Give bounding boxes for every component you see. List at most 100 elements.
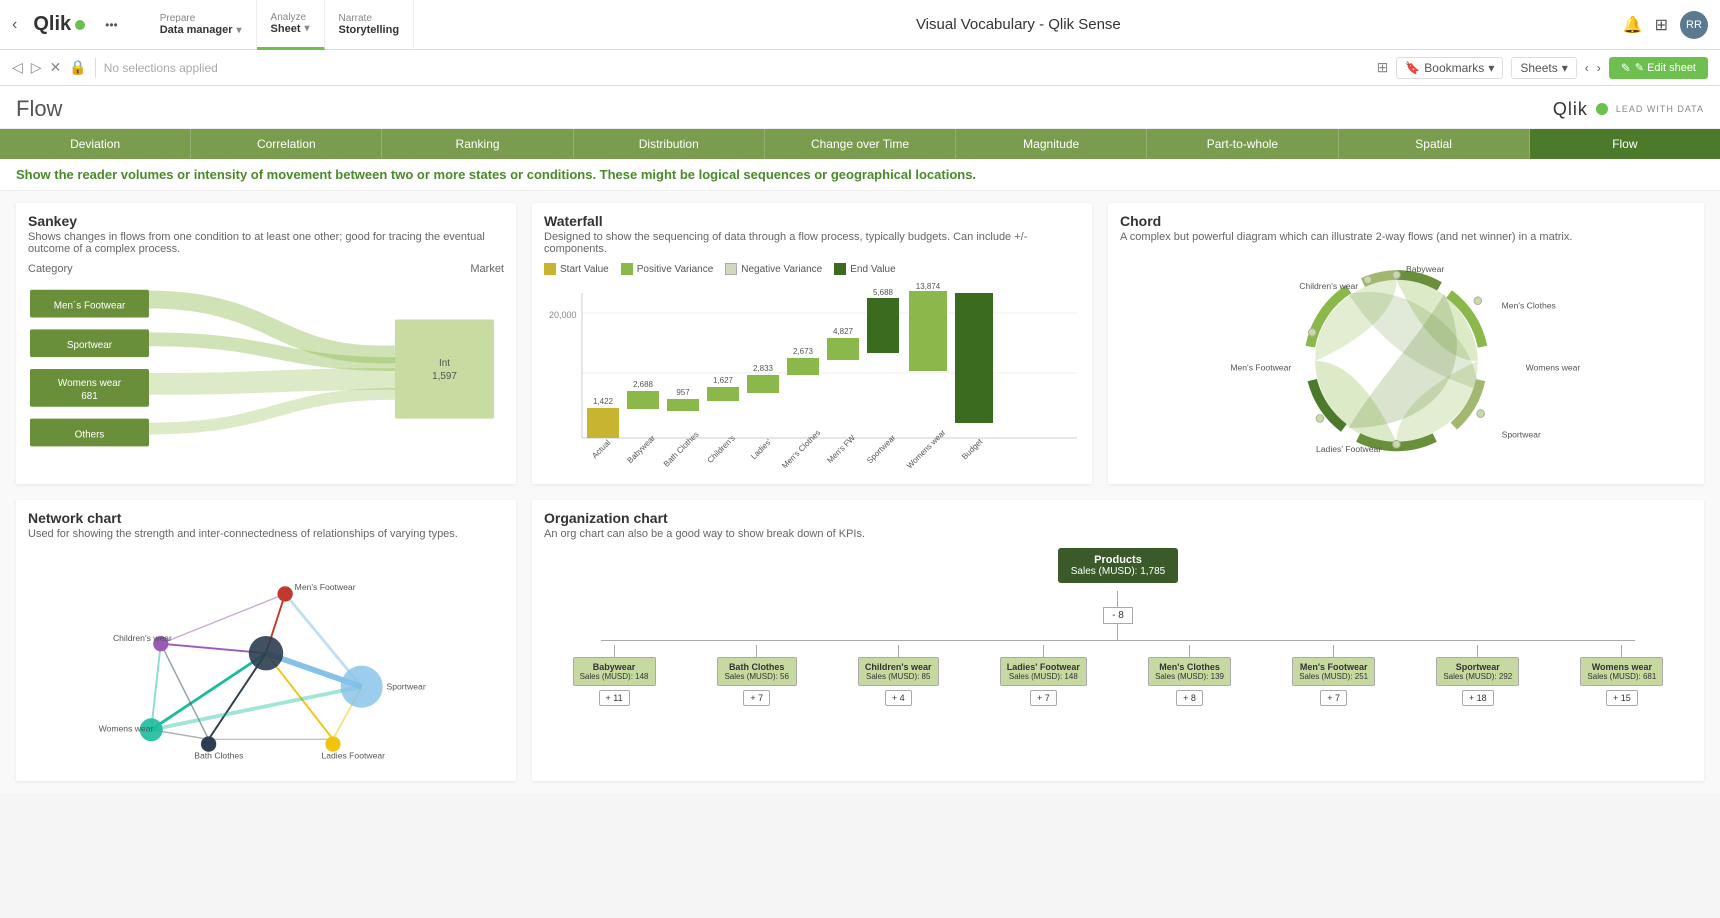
edit-icon: ✎ bbox=[1621, 61, 1631, 75]
org-desc: An org chart can also be a good way to s… bbox=[544, 528, 1692, 540]
chord-section: Chord A complex but powerful diagram whi… bbox=[1108, 203, 1704, 484]
bookmarks-button[interactable]: 🔖 Bookmarks ▾ bbox=[1396, 57, 1503, 79]
org-root: Products Sales (MUSD): 1,785 bbox=[544, 548, 1692, 583]
svg-text:957: 957 bbox=[676, 388, 690, 397]
org-child-mens-footwear: Men's Footwear Sales (MUSD): 251 + 7 bbox=[1292, 645, 1375, 706]
svg-text:Others: Others bbox=[75, 429, 105, 440]
back-button[interactable]: ‹ bbox=[12, 16, 17, 34]
org-root-connector: - 8 bbox=[544, 591, 1692, 640]
toolbar-right: ⊞ 🔖 Bookmarks ▾ Sheets ▾ ‹ › ✎ ✎ Edit sh… bbox=[1377, 57, 1708, 79]
network-svg: Men's Footwear Children's wear Sportwear… bbox=[28, 548, 504, 768]
network-section: Network chart Used for showing the stren… bbox=[16, 500, 516, 781]
sankey-desc: Shows changes in flows from one conditio… bbox=[28, 231, 504, 255]
nav-prepare[interactable]: Prepare Data manager ▾ bbox=[146, 0, 257, 50]
user-avatar[interactable]: RR bbox=[1680, 11, 1708, 39]
legend-negative-color bbox=[725, 263, 737, 275]
sheet-header: Flow Qlik LEAD WITH DATA bbox=[0, 86, 1720, 129]
org-children: Babywear Sales (MUSD): 148 + 11 Bath Clo… bbox=[544, 645, 1692, 706]
svg-text:Womens wear: Womens wear bbox=[905, 428, 948, 468]
nav-narrate[interactable]: Narrate Storytelling bbox=[325, 0, 415, 50]
tab-part-to-whole[interactable]: Part-to-whole bbox=[1147, 129, 1338, 159]
waterfall-svg: 20,000 1,422 Actual 2,688 Babywear 957 B… bbox=[544, 283, 1080, 468]
brand-sub: LEAD WITH DATA bbox=[1616, 104, 1704, 114]
grid-icon[interactable]: ⊞ bbox=[1655, 15, 1668, 35]
legend-start-color bbox=[544, 263, 556, 275]
grid-view-icon[interactable]: ⊞ bbox=[1377, 59, 1389, 76]
sheets-chevron: ▾ bbox=[1562, 61, 1568, 75]
org-hline-container bbox=[544, 640, 1692, 641]
svg-text:Bath Clothes: Bath Clothes bbox=[194, 750, 243, 760]
nav-analyze[interactable]: Analyze Sheet ▾ bbox=[257, 0, 325, 50]
svg-text:681: 681 bbox=[81, 391, 98, 402]
tab-ranking[interactable]: Ranking bbox=[382, 129, 573, 159]
tab-change-over-time[interactable]: Change over Time bbox=[765, 129, 956, 159]
org-child-bath-clothes: Bath Clothes Sales (MUSD): 56 + 7 bbox=[717, 645, 797, 706]
org-vline-top bbox=[1117, 591, 1118, 607]
svg-text:Men´s Footwear: Men´s Footwear bbox=[54, 301, 126, 312]
svg-text:Womens wear: Womens wear bbox=[58, 378, 122, 389]
sheets-button[interactable]: Sheets ▾ bbox=[1511, 57, 1576, 79]
svg-text:Children's wear: Children's wear bbox=[1299, 281, 1358, 291]
tab-correlation[interactable]: Correlation bbox=[191, 129, 382, 159]
svg-text:Womens wear: Womens wear bbox=[99, 724, 154, 734]
chord-desc: A complex but powerful diagram which can… bbox=[1120, 231, 1692, 243]
tab-distribution[interactable]: Distribution bbox=[574, 129, 765, 159]
sheet-title: Flow bbox=[16, 96, 62, 122]
tab-flow[interactable]: Flow bbox=[1530, 129, 1720, 159]
sankey-col-right: Market bbox=[470, 263, 504, 275]
svg-text:Sportwear: Sportwear bbox=[1502, 430, 1541, 440]
svg-text:Actual: Actual bbox=[590, 438, 612, 460]
logo-dot bbox=[75, 20, 85, 30]
sankey-title: Sankey bbox=[28, 213, 504, 229]
legend-start: Start Value bbox=[544, 263, 609, 275]
svg-text:Bath Clothes: Bath Clothes bbox=[662, 430, 701, 468]
org-child-ladies-footwear: Ladies' Footwear Sales (MUSD): 148 + 7 bbox=[1000, 645, 1087, 706]
svg-text:1,597: 1,597 bbox=[432, 371, 457, 382]
svg-text:Womens wear: Womens wear bbox=[1526, 363, 1581, 373]
tab-deviation[interactable]: Deviation bbox=[0, 129, 191, 159]
chord-title: Chord bbox=[1120, 213, 1692, 229]
sankey-svg: Men´s Footwear Sportwear Womens wear 681… bbox=[28, 279, 504, 464]
brand-logo-text: Qlik bbox=[1553, 99, 1588, 120]
org-child-childrens-wear: Children's wear Sales (MUSD): 85 + 4 bbox=[858, 645, 939, 706]
org-hline bbox=[601, 640, 1634, 641]
top-sections-row: Sankey Shows changes in flows from one c… bbox=[16, 203, 1704, 484]
toolbar-separator bbox=[95, 58, 96, 78]
org-vline-bottom bbox=[1117, 624, 1118, 640]
tab-spatial[interactable]: Spatial bbox=[1339, 129, 1530, 159]
bookmark-icon: 🔖 bbox=[1405, 61, 1420, 75]
tab-magnitude[interactable]: Magnitude bbox=[956, 129, 1147, 159]
selection-clear-icon[interactable]: ✕ bbox=[50, 59, 62, 76]
sankey-header: Category Market bbox=[28, 263, 504, 275]
bottom-sections-row: Network chart Used for showing the stren… bbox=[16, 500, 1704, 781]
narrate-label: Narrate bbox=[339, 13, 400, 24]
network-title: Network chart bbox=[28, 510, 504, 526]
waterfall-section: Waterfall Designed to show the sequencin… bbox=[532, 203, 1092, 484]
legend-negative: Negative Variance bbox=[725, 263, 822, 275]
svg-text:Ladies': Ladies' bbox=[749, 437, 773, 461]
more-menu-button[interactable]: ••• bbox=[101, 14, 122, 36]
org-child-sportwear: Sportwear Sales (MUSD): 292 + 18 bbox=[1436, 645, 1519, 706]
selection-lock-icon[interactable]: 🔒 bbox=[69, 59, 86, 76]
legend-end-color bbox=[834, 263, 846, 275]
org-section: Organization chart An org chart can also… bbox=[532, 500, 1704, 781]
svg-text:Sportwear: Sportwear bbox=[387, 682, 426, 692]
selection-back-icon[interactable]: ◁ bbox=[12, 59, 23, 76]
legend-negative-label: Negative Variance bbox=[741, 264, 822, 275]
next-sheet-button[interactable]: › bbox=[1597, 61, 1601, 75]
svg-text:Men's Footwear: Men's Footwear bbox=[295, 582, 356, 592]
svg-text:2,688: 2,688 bbox=[633, 380, 654, 389]
org-root-box: Products Sales (MUSD): 1,785 bbox=[1058, 548, 1178, 583]
svg-text:1,422: 1,422 bbox=[593, 397, 614, 406]
bell-icon[interactable]: 🔔 bbox=[1623, 15, 1643, 35]
svg-text:Men's Footwear: Men's Footwear bbox=[1230, 363, 1291, 373]
svg-text:1,627: 1,627 bbox=[713, 376, 734, 385]
org-child-babywear: Babywear Sales (MUSD): 148 + 11 bbox=[573, 645, 656, 706]
selection-forward-icon[interactable]: ▷ bbox=[31, 59, 42, 76]
prev-sheet-button[interactable]: ‹ bbox=[1585, 61, 1589, 75]
edit-sheet-button[interactable]: ✎ ✎ Edit sheet bbox=[1609, 57, 1708, 79]
nav-sections: Prepare Data manager ▾ Analyze Sheet ▾ N… bbox=[146, 0, 414, 50]
svg-text:Men's Clothes: Men's Clothes bbox=[780, 428, 822, 468]
legend-start-label: Start Value bbox=[560, 264, 609, 275]
org-connector-badge: - 8 bbox=[1103, 607, 1133, 624]
